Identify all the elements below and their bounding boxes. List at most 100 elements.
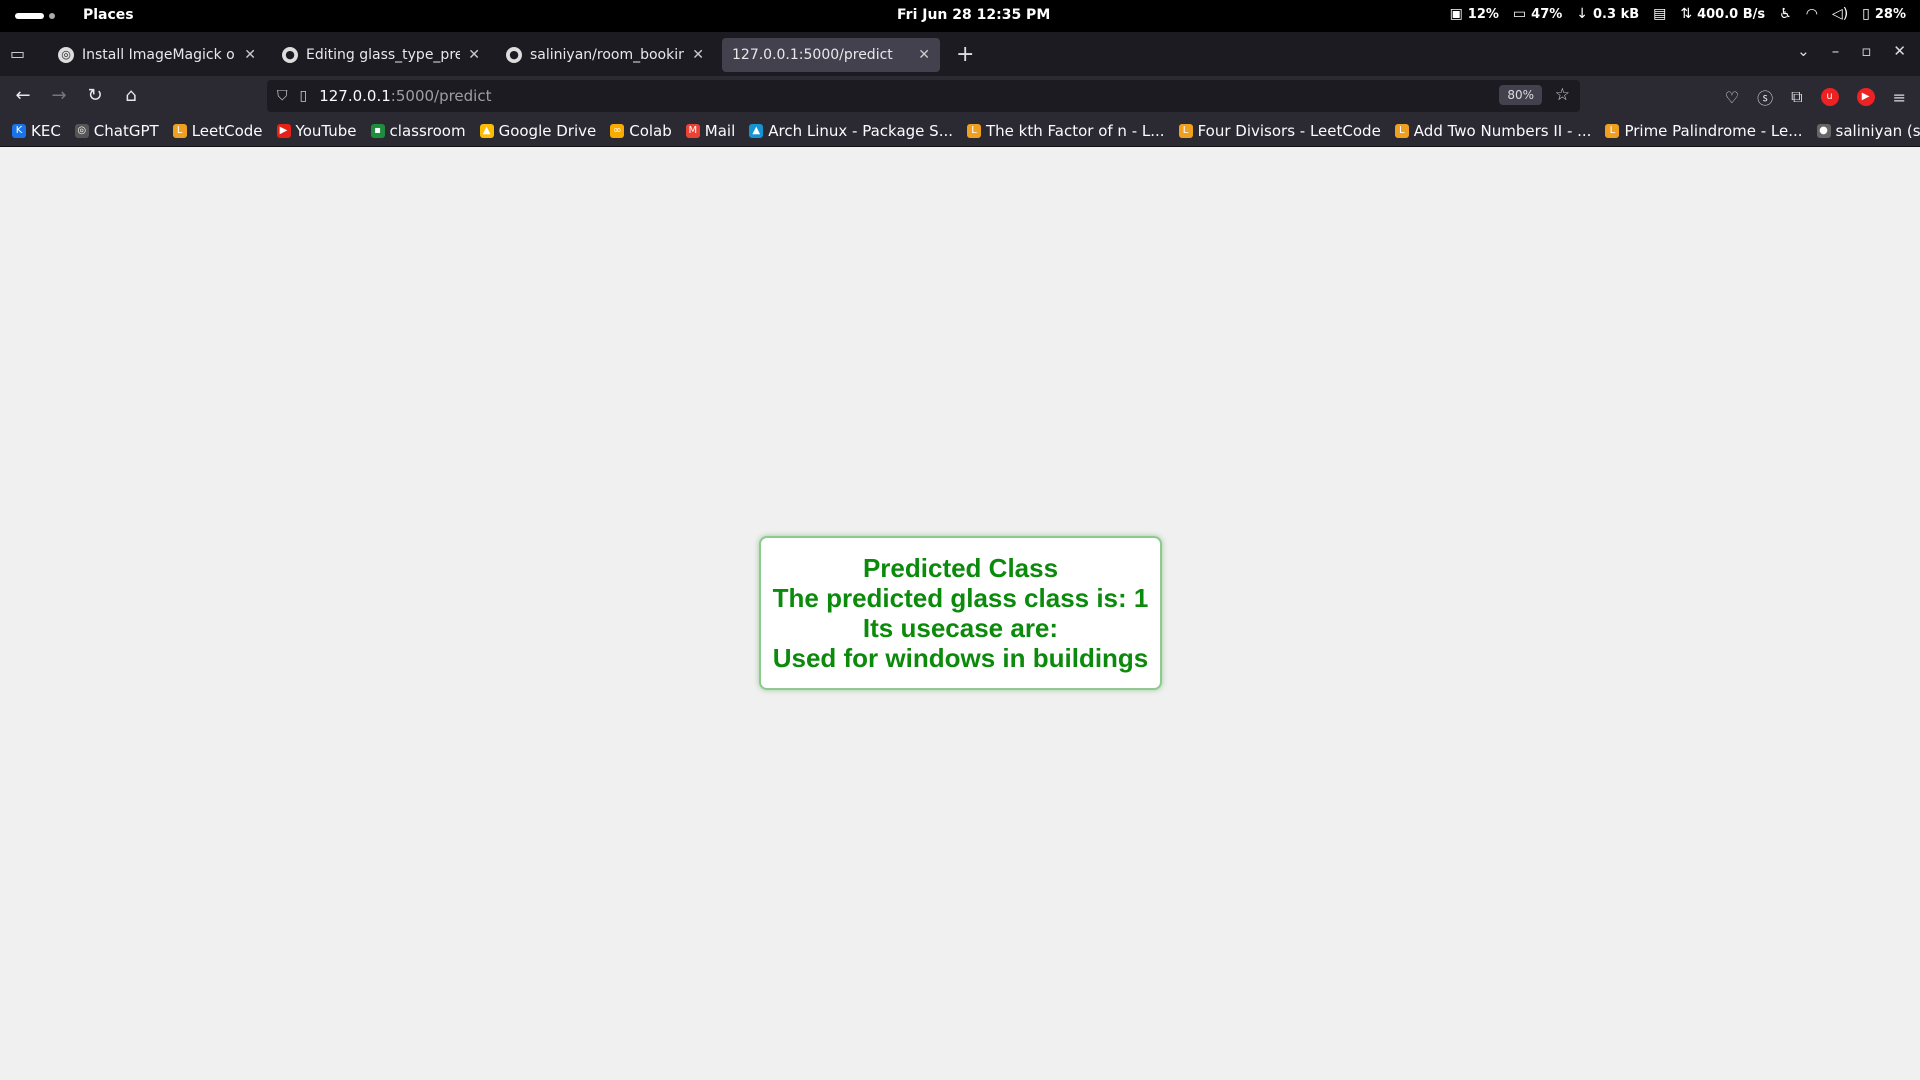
page-info-icon[interactable]: ▯	[300, 88, 308, 104]
mem-indicator: ▭ 47%	[1513, 6, 1562, 22]
github-icon: ●	[282, 47, 298, 63]
cpu-value: 12%	[1467, 6, 1499, 22]
menu-icon[interactable]: ≡	[1893, 88, 1906, 107]
youtube-extension-icon[interactable]: ▶	[1856, 88, 1875, 106]
account-icon[interactable]: ⓢ	[1757, 85, 1773, 109]
clipboard-icon: ▤	[1653, 6, 1667, 22]
workspace-indicator[interactable]	[15, 13, 44, 19]
bookmark-saliniyan[interactable]: ● saliniyan (saliniyan)	[1816, 122, 1920, 140]
bookmark-label: Arch Linux - Package S...	[768, 122, 954, 140]
bookmark-label: saliniyan (saliniyan)	[1835, 122, 1920, 140]
tab-overview-icon[interactable]: ▭	[10, 44, 30, 64]
page-content: Predicted Class The predicted glass clas…	[0, 147, 1920, 1080]
close-tab-icon[interactable]: ✕	[468, 47, 480, 63]
close-tab-icon[interactable]: ✕	[692, 47, 704, 63]
ublock-icon[interactable]: u	[1820, 88, 1839, 106]
leetcode-icon: L	[1178, 124, 1193, 138]
bookmark-label: Colab	[629, 122, 672, 140]
window-controls: ⌄ – ▫ ✕	[1797, 42, 1906, 60]
github-icon: ●	[506, 47, 522, 63]
close-tab-icon[interactable]: ✕	[918, 47, 930, 63]
bookmark-label: classroom	[389, 122, 466, 140]
tab-title: 127.0.0.1:5000/predict	[732, 47, 893, 63]
bookmark-mail[interactable]: M Mail	[685, 122, 736, 140]
volume-status[interactable]: ◁)	[1832, 6, 1848, 22]
bookmark-add-two-numbers[interactable]: L Add Two Numbers II - ...	[1394, 122, 1592, 140]
system-top-bar: Places Fri Jun 28 12:35 PM ▣ 12% ▭ 47% ↓ 0.…	[0, 0, 1920, 32]
reload-icon[interactable]: ↻	[83, 85, 107, 106]
close-tab-icon[interactable]: ✕	[244, 47, 256, 63]
bookmark-star-icon[interactable]: ☆	[1555, 85, 1570, 105]
places-menu[interactable]: Places	[83, 7, 134, 23]
tab-predict[interactable]: 127.0.0.1:5000/predict ✕	[722, 38, 940, 72]
mem-value: 47%	[1531, 6, 1563, 22]
accessibility-menu[interactable]: ♿	[1779, 6, 1792, 22]
shield-icon[interactable]: ⛉	[277, 88, 288, 104]
pocket-icon[interactable]: ♡	[1725, 88, 1739, 107]
close-window-icon[interactable]: ✕	[1893, 42, 1906, 60]
bookmark-kth-factor[interactable]: L The kth Factor of n - L...	[967, 122, 1165, 140]
bookmark-google-drive[interactable]: ▲ Google Drive	[479, 122, 597, 140]
clipboard-indicator[interactable]: ▤	[1653, 6, 1666, 22]
minimize-icon[interactable]: –	[1832, 42, 1840, 60]
accessibility-icon: ♿	[1779, 6, 1792, 22]
bookmark-prime-palindrome[interactable]: L Prime Palindrome - Le...	[1605, 122, 1803, 140]
bookmark-arch-linux[interactable]: ▲ Arch Linux - Package S...	[749, 122, 953, 140]
bookmark-label: The kth Factor of n - L...	[986, 122, 1165, 140]
tab-editing-glass[interactable]: ● Editing glass_type_predic ✕	[272, 38, 490, 72]
home-icon[interactable]: ⌂	[119, 85, 143, 106]
tab-strip: ▭ ◎ Install ImageMagick on A ✕ ● Editing…	[0, 32, 1920, 76]
back-icon[interactable]: ←	[11, 85, 35, 106]
leetcode-icon: L	[967, 124, 982, 138]
download-indicator: ↓ 0.3 kB	[1576, 6, 1639, 22]
chatgpt-icon: ◎	[74, 124, 89, 138]
maximize-icon[interactable]: ▫	[1861, 42, 1871, 60]
tab-imagemagick[interactable]: ◎ Install ImageMagick on A ✕	[48, 38, 266, 72]
bookmarks-toolbar: K KEC ◎ ChatGPT L LeetCode ▶ YouTube ▪ classr…	[0, 116, 1920, 147]
clock[interactable]: Fri Jun 28 12:35 PM	[897, 7, 1050, 23]
wifi-status[interactable]: ◠	[1806, 6, 1818, 22]
list-all-tabs-icon[interactable]: ⌄	[1797, 42, 1810, 60]
tab-title: saliniyan/room_booking	[530, 47, 685, 63]
bookmark-label: YouTube	[295, 122, 357, 140]
bookmark-label: Add Two Numbers II - ...	[1413, 122, 1592, 140]
bookmark-classroom[interactable]: ▪ classroom	[370, 122, 466, 140]
youtube-icon: ▶	[276, 124, 291, 138]
tab-title: Install ImageMagick on A	[82, 47, 236, 63]
memory-icon: ▭	[1512, 6, 1527, 22]
network-indicator: ⇅ 400.0 B/s	[1680, 6, 1765, 22]
navigation-bar: ← → ↻ ⌂ ⛉ ▯ 127.0.0.1:5000/predict 80% ☆…	[0, 76, 1920, 116]
cpu-icon: ▣	[1449, 6, 1463, 22]
forward-icon[interactable]: →	[47, 85, 71, 106]
toolbar-extensions: ♡ ⓢ ⧉ u ▶ ≡	[1725, 85, 1906, 109]
arch-icon: ▲	[749, 124, 764, 138]
url-host: 127.0.0.1	[319, 87, 391, 105]
bookmark-colab[interactable]: ∞ Colab	[610, 122, 672, 140]
tab-room-booking[interactable]: ● saliniyan/room_booking ✕	[496, 38, 714, 72]
leetcode-icon: L	[172, 124, 187, 138]
classroom-icon: ▪	[370, 124, 385, 138]
result-heading: Predicted Class	[862, 553, 1059, 583]
workspace-dot[interactable]	[49, 13, 55, 19]
download-value: 0.3 kB	[1593, 6, 1640, 22]
bookmark-label: Mail	[704, 122, 736, 140]
bookmark-leetcode[interactable]: L LeetCode	[172, 122, 263, 140]
url-bar[interactable]: ⛉ ▯ 127.0.0.1:5000/predict 80% ☆	[267, 80, 1580, 112]
zoom-level[interactable]: 80%	[1499, 85, 1542, 105]
bookmark-youtube[interactable]: ▶ YouTube	[276, 122, 357, 140]
mail-icon: M	[685, 124, 700, 138]
extensions-icon[interactable]: ⧉	[1791, 87, 1802, 107]
colab-icon: ∞	[610, 124, 625, 138]
system-tray: ▣ 12% ▭ 47% ↓ 0.3 kB ▤ ⇅ 400.0 B/s ♿ ◠ ◁) ▯ 2…	[1450, 6, 1906, 22]
cpu-indicator: ▣ 12%	[1450, 6, 1499, 22]
kec-icon: K	[12, 124, 26, 138]
bookmark-kec[interactable]: K KEC	[12, 122, 61, 140]
bookmark-four-divisors[interactable]: L Four Divisors - LeetCode	[1178, 122, 1381, 140]
new-tab-icon[interactable]: +	[956, 42, 974, 67]
battery-status[interactable]: ▯ 28%	[1862, 6, 1906, 22]
usecase-text: Used for windows in buildings	[772, 643, 1149, 673]
url-text[interactable]: 127.0.0.1:5000/predict	[319, 87, 491, 105]
bookmark-chatgpt[interactable]: ◎ ChatGPT	[74, 122, 159, 140]
bookmark-label: Google Drive	[498, 122, 597, 140]
prediction-result-card: Predicted Class The predicted glass clas…	[759, 536, 1162, 690]
